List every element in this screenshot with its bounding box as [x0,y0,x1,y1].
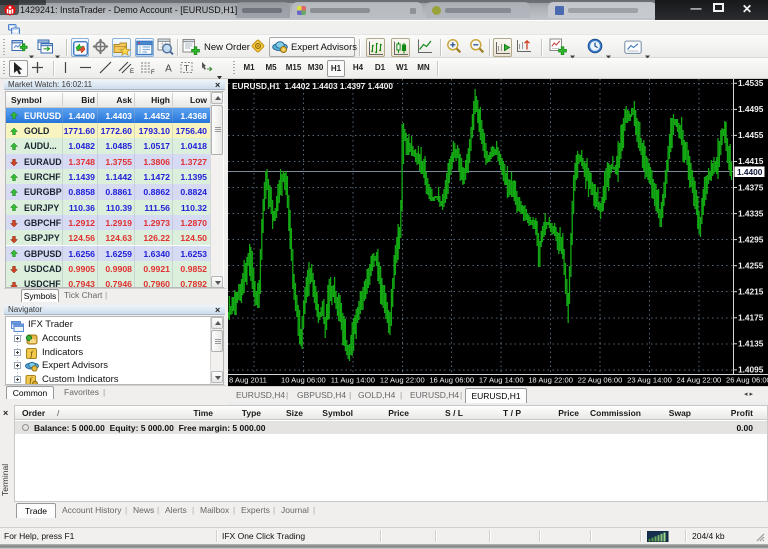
svg-text:12 Aug 22:00: 12 Aug 22:00 [380,376,425,385]
svg-text:A: A [165,64,172,75]
svg-text:1.4400: 1.4400 [737,167,763,177]
svg-text:26 Aug 06:00: 26 Aug 06:00 [726,376,768,385]
svg-text:18 Aug 22:00: 18 Aug 22:00 [528,376,573,385]
svg-text:1.4335: 1.4335 [738,208,764,218]
svg-text:1.4455: 1.4455 [738,130,764,140]
svg-text:24 Aug 22:00: 24 Aug 22:00 [677,376,722,385]
svg-text:16 Aug 06:00: 16 Aug 06:00 [429,376,474,385]
svg-text:1.4375: 1.4375 [738,182,764,192]
svg-text:EURUSD,H1 1.4402 1.4403 1.439: EURUSD,H1 1.4402 1.4403 1.4397 1.4400 [232,81,393,91]
svg-text:T: T [184,63,189,73]
svg-text:8 Aug 2011: 8 Aug 2011 [229,376,267,385]
svg-text:1.4495: 1.4495 [738,104,764,114]
svg-text:1.4255: 1.4255 [738,261,764,271]
svg-text:10 Aug 06:00: 10 Aug 06:00 [281,376,326,385]
svg-text:E: E [130,69,134,75]
svg-text:1.4095: 1.4095 [738,365,764,375]
svg-text:11 Aug 14:00: 11 Aug 14:00 [331,376,375,385]
svg-text:17 Aug 14:00: 17 Aug 14:00 [479,376,524,385]
svg-text:22 Aug 06:00: 22 Aug 06:00 [578,376,623,385]
svg-text:1.4295: 1.4295 [738,234,764,244]
svg-text:23 Aug 14:00: 23 Aug 14:00 [627,376,672,385]
svg-text:1.4135: 1.4135 [738,339,764,349]
svg-text:1.4535: 1.4535 [738,79,764,88]
svg-text:1.4175: 1.4175 [738,313,764,323]
svg-text:1.4415: 1.4415 [738,156,764,166]
svg-text:F: F [151,70,155,75]
svg-text:1.4215: 1.4215 [738,287,764,297]
